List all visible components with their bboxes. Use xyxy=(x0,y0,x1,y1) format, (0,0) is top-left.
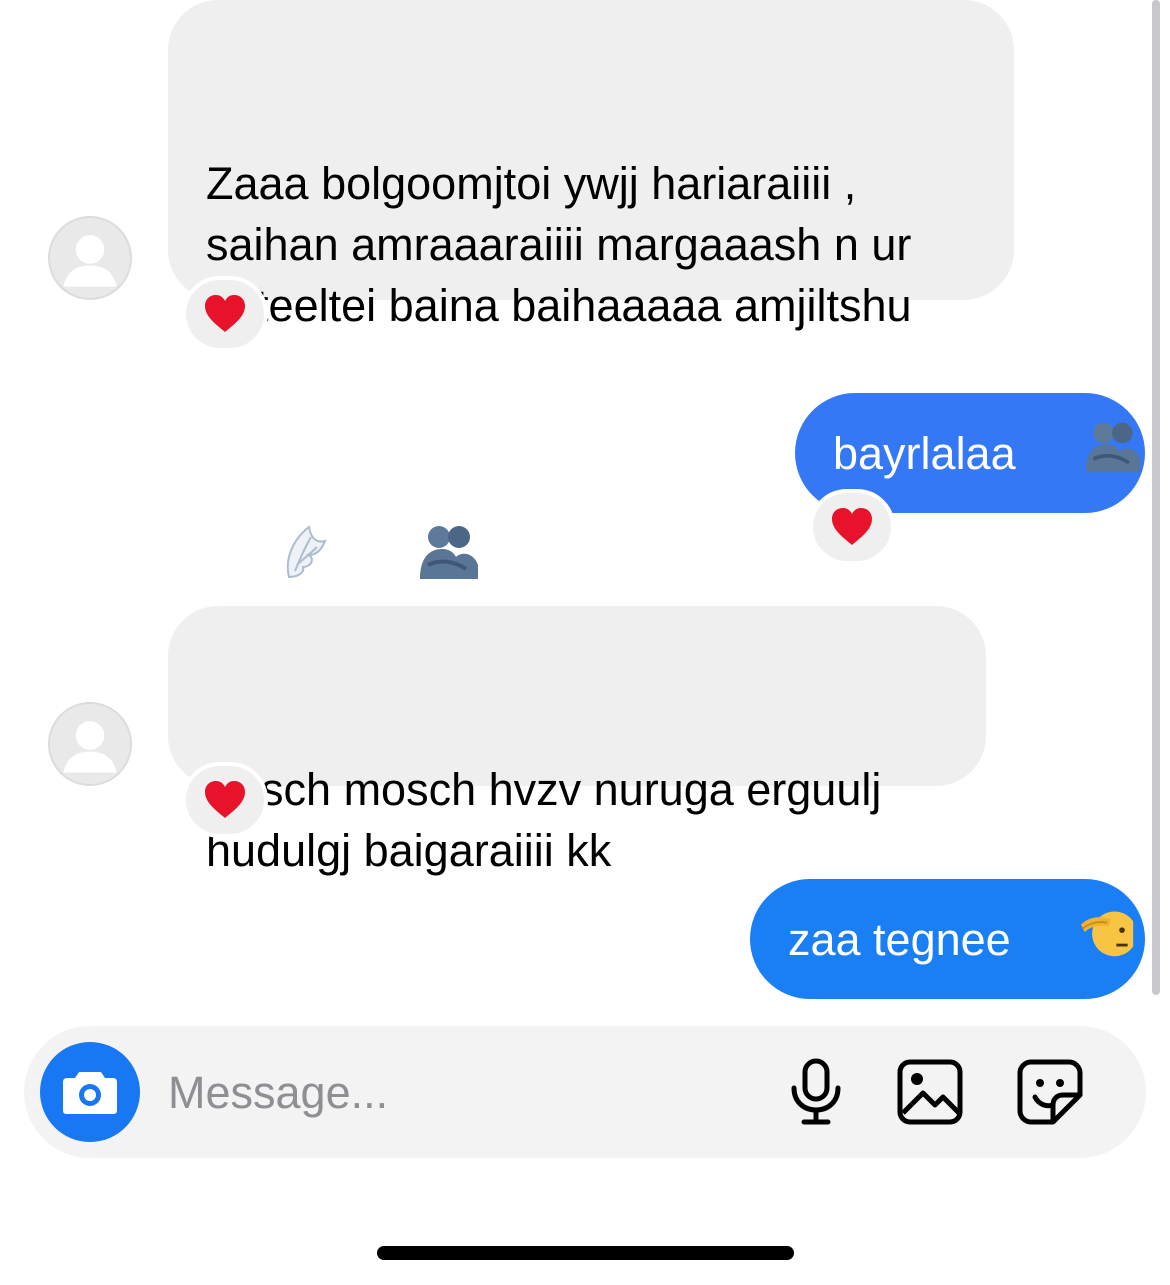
message-text: Zaaa bolgoomjtoi ywjj hariaraiiii , saih… xyxy=(206,158,912,331)
default-avatar-icon xyxy=(63,235,117,287)
red-heart-icon xyxy=(205,781,245,818)
gallery-icon xyxy=(897,1059,963,1125)
red-heart-icon xyxy=(205,295,245,332)
message-composer xyxy=(24,1026,1146,1158)
home-indicator xyxy=(377,1246,794,1260)
sticker-icon xyxy=(1017,1059,1083,1125)
incoming-message-bubble[interactable]: Bosch mosch hvzv nuruga erguulj hudulgj … xyxy=(168,606,986,876)
saluting-face-emoji-icon xyxy=(1027,843,1139,1036)
message-input[interactable] xyxy=(168,1062,768,1124)
message-text: bayrlalaa xyxy=(833,427,1016,479)
people-hugging-emoji-icon xyxy=(1032,357,1144,550)
sticker-button[interactable] xyxy=(1014,1056,1086,1128)
message-text: Bosch mosch hvzv nuruga erguulj hudulgj … xyxy=(206,764,882,876)
scrollbar[interactable] xyxy=(1152,0,1160,995)
red-heart-icon xyxy=(832,508,872,545)
microphone-icon xyxy=(791,1058,841,1125)
sender-avatar[interactable] xyxy=(48,702,132,786)
gallery-button[interactable] xyxy=(894,1056,966,1128)
sender-avatar[interactable] xyxy=(48,216,132,300)
voice-message-button[interactable] xyxy=(780,1056,852,1128)
message-reaction[interactable] xyxy=(809,489,895,565)
message-reaction[interactable] xyxy=(182,762,268,838)
outgoing-message-bubble[interactable]: zaa tegnee xyxy=(750,879,1145,999)
default-avatar-icon xyxy=(63,721,117,773)
incoming-message-bubble[interactable]: Zaaa bolgoomjtoi ywjj hariaraiiii , saih… xyxy=(168,0,1014,579)
camera-button[interactable] xyxy=(40,1042,140,1142)
camera-icon xyxy=(63,1072,117,1114)
message-text: zaa tegnee xyxy=(788,913,1011,965)
message-reaction[interactable] xyxy=(182,276,268,352)
